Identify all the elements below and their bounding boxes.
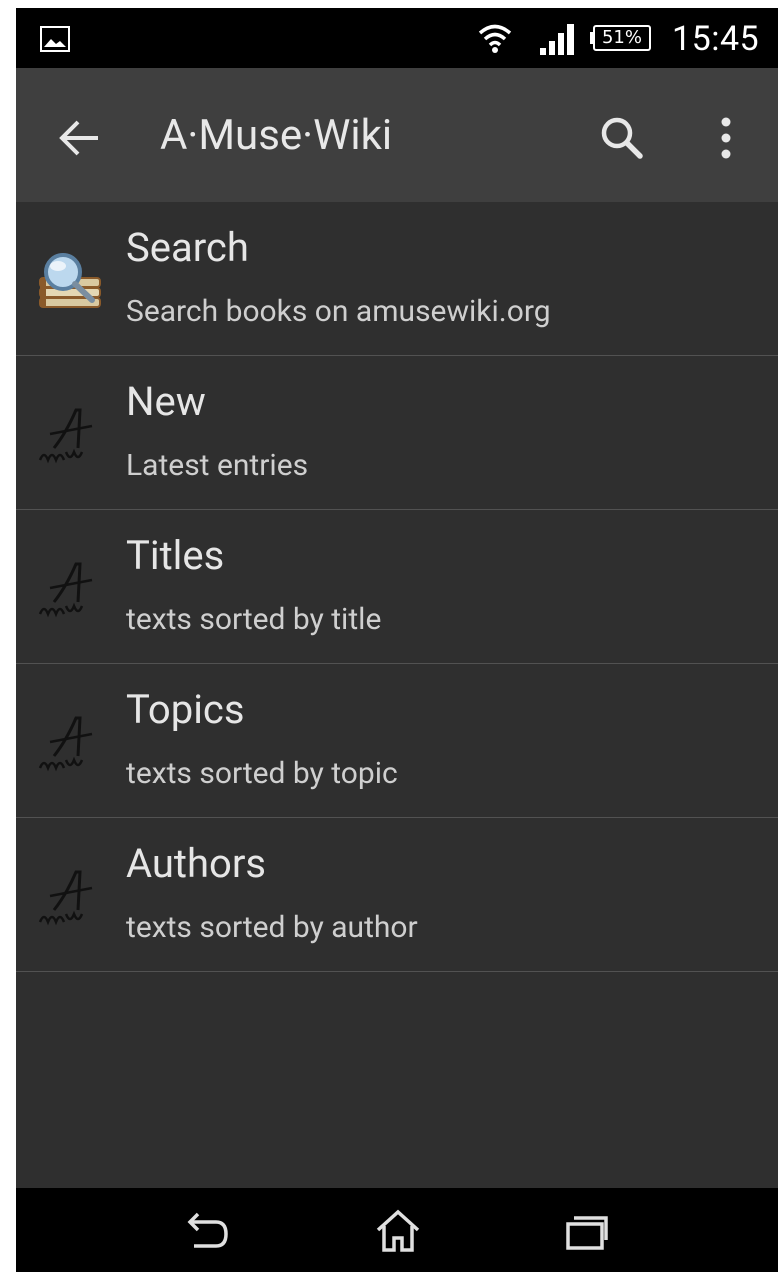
amusewiki-logo-icon: [38, 562, 93, 618]
menu-item-subtitle: texts sorted by author: [126, 910, 418, 945]
system-nav-bar: [16, 1188, 778, 1272]
signal-icon: [540, 24, 574, 55]
action-bar: A·Muse·Wiki: [16, 68, 778, 202]
battery-icon: 51%: [590, 23, 652, 53]
menu-item-title: New: [126, 378, 206, 425]
menu-item-subtitle: texts sorted by title: [126, 602, 382, 637]
menu-item-search[interactable]: Search Search books on amusewiki.org: [16, 202, 778, 356]
menu-item-subtitle: Search books on amusewiki.org: [126, 294, 551, 329]
search-books-icon: [39, 253, 101, 308]
overflow-menu-icon[interactable]: [706, 110, 746, 166]
app-title: A·Muse·Wiki: [160, 111, 393, 160]
wifi-icon: [478, 24, 512, 53]
battery-percent: 51%: [601, 27, 642, 48]
amusewiki-logo-icon: [38, 408, 93, 464]
menu-item-subtitle: Latest entries: [126, 448, 309, 483]
nav-back-icon[interactable]: [182, 1210, 230, 1252]
image-notification-icon: [40, 26, 70, 52]
amusewiki-logo-icon: [38, 716, 93, 772]
menu-item-title: Authors: [126, 840, 267, 887]
menu-item-title: Topics: [126, 686, 245, 733]
nav-home-icon[interactable]: [374, 1206, 422, 1254]
menu-list: Search Search books on amusewiki.org New…: [16, 202, 778, 972]
app-screen: 51% 15:45 A·Muse·Wiki Search Search book…: [16, 8, 778, 1272]
menu-item-title: Titles: [126, 532, 225, 579]
status-time: 15:45: [672, 19, 760, 59]
nav-recent-apps-icon[interactable]: [564, 1210, 610, 1252]
amusewiki-logo-icon: [38, 870, 93, 926]
menu-item-new[interactable]: New Latest entries: [16, 356, 778, 510]
menu-item-topics[interactable]: Topics texts sorted by topic: [16, 664, 778, 818]
search-icon[interactable]: [594, 110, 650, 166]
back-arrow-icon[interactable]: [52, 110, 108, 166]
menu-item-subtitle: texts sorted by topic: [126, 756, 398, 791]
menu-item-authors[interactable]: Authors texts sorted by author: [16, 818, 778, 972]
status-bar: 51% 15:45: [16, 8, 778, 68]
menu-item-titles[interactable]: Titles texts sorted by title: [16, 510, 778, 664]
menu-item-title: Search: [126, 224, 249, 271]
